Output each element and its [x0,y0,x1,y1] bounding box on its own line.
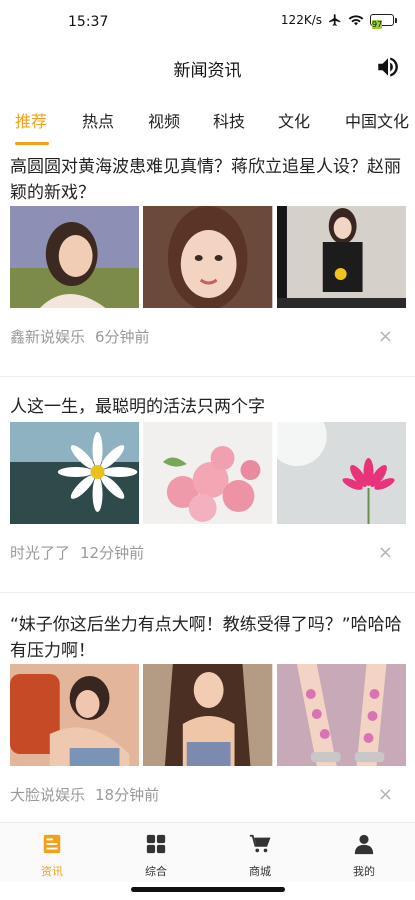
app-header: 新闻资讯 [0,46,415,90]
article-meta: 鑫新说娱乐 6分钟前 [10,326,150,347]
article-source: 鑫新说娱乐 [10,328,86,346]
article-thumbnails[interactable] [10,206,406,308]
tab-chinese-culture[interactable]: 中国文化 [345,108,409,132]
home-indicator[interactable] [131,887,285,892]
page-title: 新闻资讯 [173,61,242,81]
news-icon [43,834,61,854]
nav-label: 商城 [249,865,271,878]
article-time: 18分钟前 [95,786,160,804]
article-title[interactable]: 高圆圆对黄海波患难见真情？蒋欣立追星人设？赵丽颖的新戏？ [10,154,406,206]
nav-item-mall[interactable]: 商城 [220,833,300,879]
thumbnail-image[interactable] [143,664,273,766]
nav-label: 综合 [145,865,167,878]
battery-level: 97 [372,20,383,29]
tab-tech[interactable]: 科技 [213,108,245,132]
article-thumbnails[interactable] [10,422,406,524]
cart-icon [249,834,271,853]
status-indicators: 122K/s 97 [280,13,397,29]
thumbnail-image[interactable] [276,422,406,524]
article-title[interactable]: 人这一生，最聪明的活法只两个字 [10,394,406,420]
divider [0,376,415,377]
speaker-icon[interactable] [375,54,401,80]
nav-item-general[interactable]: 综合 [116,833,196,879]
active-tab-indicator [15,142,49,145]
tab-culture[interactable]: 文化 [278,108,310,132]
network-speed: 122K/s [280,13,322,27]
article-time: 12分钟前 [80,544,145,562]
article-title[interactable]: “妹子你这后坐力有点大啊！教练受得了吗？”哈哈哈有压力啊！ [10,612,406,664]
article-source: 大脸说娱乐 [10,786,86,804]
thumbnail-image[interactable] [10,422,140,524]
category-tabs: 推荐 热点 视频 科技 文化 中国文化 [0,98,415,146]
dismiss-button[interactable]: × [378,786,393,804]
thumbnail-image[interactable] [276,664,406,766]
nav-label: 我的 [353,865,375,878]
thumbnail-image[interactable] [10,664,140,766]
tab-recommended[interactable]: 推荐 [15,108,47,132]
status-time: 15:37 [68,14,109,30]
dismiss-button[interactable]: × [378,544,393,562]
nav-label: 资讯 [41,865,63,878]
article-time: 6分钟前 [95,328,150,346]
nav-item-mine[interactable]: 我的 [324,833,404,879]
tab-video[interactable]: 视频 [148,108,180,132]
bottom-nav: 资讯 综合 商城 我的 [0,822,415,882]
wifi-icon [348,15,364,26]
airplane-icon [329,14,341,26]
status-bar: 15:37 122K/s 97 [0,0,415,46]
person-icon [354,834,374,855]
article-thumbnails[interactable] [10,664,406,766]
dismiss-button[interactable]: × [378,328,393,346]
thumbnail-image[interactable] [143,422,273,524]
tab-hot[interactable]: 热点 [82,108,114,132]
battery-icon: 97 [370,14,397,29]
article-meta: 时光了了 12分钟前 [10,542,144,563]
nav-item-news[interactable]: 资讯 [12,833,92,879]
article-source: 时光了了 [10,544,71,562]
article-meta: 大脸说娱乐 18分钟前 [10,784,159,805]
divider [0,592,415,593]
thumbnail-image[interactable] [10,206,140,308]
thumbnail-image[interactable] [143,206,273,308]
grid-icon [146,834,166,854]
thumbnail-image[interactable] [276,206,406,308]
